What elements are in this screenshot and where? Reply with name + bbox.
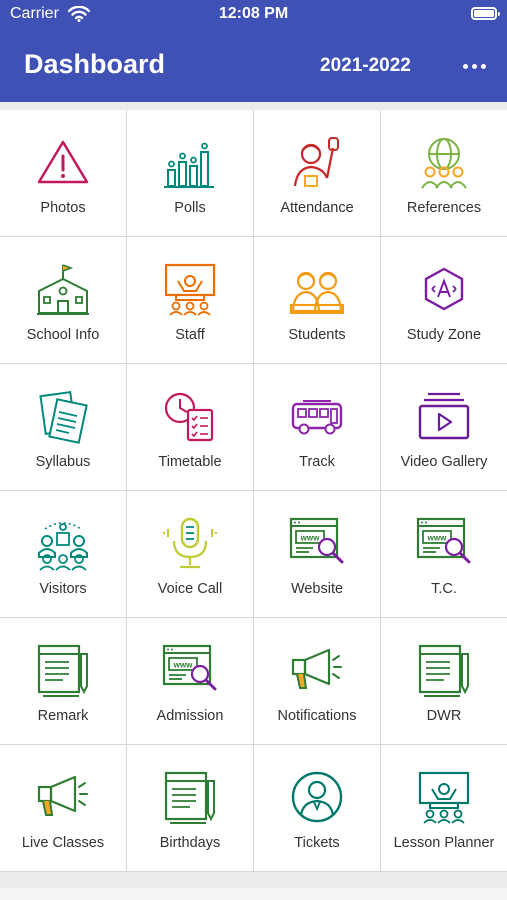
status-bar: Carrier 12:08 PM <box>0 0 507 32</box>
menu-tile-study-zone[interactable]: Study Zone <box>381 237 507 363</box>
notebook-pen-icon <box>37 644 88 697</box>
menu-tile-label: Remark <box>37 708 89 724</box>
menu-tile-label: Syllabus <box>35 454 91 470</box>
menu-tile-voice-call[interactable]: Voice Call <box>127 491 253 617</box>
hexagon-letter-icon <box>424 267 464 311</box>
more-dot-icon <box>480 63 486 69</box>
svg-text:www: www <box>427 534 447 543</box>
menu-tile-visitors[interactable]: Visitors <box>0 491 126 617</box>
menu-tile-birthdays[interactable]: Birthdays <box>127 745 253 871</box>
menu-tile-photos[interactable]: Photos <box>0 110 126 236</box>
status-time: 12:08 PM <box>218 5 289 22</box>
menu-tile-label: Study Zone <box>406 327 482 343</box>
menu-tile-label: Live Classes <box>21 835 105 851</box>
menu-tile-track[interactable]: Track <box>254 364 380 490</box>
menu-tile-label: Visitors <box>39 581 87 597</box>
menu-tile-attendance[interactable]: Attendance <box>254 110 380 236</box>
bottom-bar <box>0 888 507 900</box>
dashboard-grid: Photos Polls Attendance References Schoo… <box>0 110 507 872</box>
menu-tile-video-gallery[interactable]: Video Gallery <box>381 364 507 490</box>
www-search-icon: www <box>162 644 217 691</box>
students-icon <box>290 271 344 314</box>
menu-tile-admission[interactable]: www Admission <box>127 618 253 744</box>
menu-tile-label: Students <box>288 327 346 343</box>
teacher-board-icon <box>164 263 216 316</box>
battery-icon <box>471 7 500 20</box>
school-building-icon <box>37 264 89 315</box>
poll-bars-icon <box>164 142 214 188</box>
menu-tile-live-classes[interactable]: Live Classes <box>0 745 126 871</box>
menu-tile-label: Video Gallery <box>400 454 488 470</box>
menu-tile-label: Staff <box>175 327 205 343</box>
menu-tile-label: Notifications <box>277 708 357 724</box>
menu-tile-label: Tickets <box>294 835 340 851</box>
more-menu-button[interactable] <box>458 56 490 76</box>
globe-people-icon <box>421 138 467 189</box>
menu-tile-references[interactable]: References <box>381 110 507 236</box>
more-dot-icon <box>462 63 468 69</box>
menu-tile-syllabus[interactable]: Syllabus <box>0 364 126 490</box>
www-search-icon: www <box>289 517 344 564</box>
menu-tile-label: T.C. <box>431 581 457 597</box>
academic-year-label[interactable]: 2021-2022 <box>320 55 411 77</box>
menu-tile-label: References <box>406 200 482 216</box>
megaphone-icon <box>291 648 342 689</box>
menu-tile-label: School Info <box>26 327 100 343</box>
app-header: Carrier 12:08 PM Dashboard 2021-2022 <box>0 0 507 102</box>
person-circle-icon <box>291 771 343 823</box>
svg-text:www: www <box>300 534 320 543</box>
menu-tile-remark[interactable]: Remark <box>0 618 126 744</box>
menu-tile-lesson-planner[interactable]: Lesson Planner <box>381 745 507 871</box>
microphone-icon <box>163 517 217 569</box>
menu-tile-tickets[interactable]: Tickets <box>254 745 380 871</box>
raised-hand-person-icon <box>293 137 339 187</box>
menu-tile-website[interactable]: www Website <box>254 491 380 617</box>
menu-tile-label: Polls <box>174 200 206 216</box>
menu-tile-label: Timetable <box>158 454 222 470</box>
svg-text:www: www <box>173 661 193 670</box>
menu-tile-staff[interactable]: Staff <box>127 237 253 363</box>
visitors-group-icon <box>38 522 88 571</box>
clock-checklist-icon <box>164 392 214 442</box>
menu-tile-label: Admission <box>156 708 224 724</box>
bus-icon <box>291 400 343 435</box>
menu-tile-label: Birthdays <box>159 835 221 851</box>
menu-tile-t-c[interactable]: www T.C. <box>381 491 507 617</box>
www-search-icon: www <box>416 517 471 564</box>
video-play-icon <box>418 392 470 440</box>
documents-icon <box>39 390 88 444</box>
teacher-board-icon <box>418 771 470 824</box>
notebook-pen-icon <box>164 771 215 824</box>
menu-tile-label: Voice Call <box>157 581 223 597</box>
menu-tile-label: Attendance <box>280 200 354 216</box>
more-dot-icon <box>471 63 477 69</box>
menu-tile-label: Track <box>299 454 335 470</box>
notebook-pen-icon <box>418 644 469 697</box>
menu-tile-label: Lesson Planner <box>393 835 495 851</box>
menu-tile-school-info[interactable]: School Info <box>0 237 126 363</box>
page-title: Dashboard <box>24 49 166 79</box>
alert-icon <box>37 140 89 184</box>
megaphone-icon <box>37 775 88 816</box>
menu-tile-dwr[interactable]: DWR <box>381 618 507 744</box>
menu-tile-label: Photos <box>40 200 86 216</box>
menu-tile-timetable[interactable]: Timetable <box>127 364 253 490</box>
menu-tile-students[interactable]: Students <box>254 237 380 363</box>
menu-tile-label: Website <box>290 581 344 597</box>
menu-tile-polls[interactable]: Polls <box>127 110 253 236</box>
menu-tile-label: DWR <box>426 708 462 724</box>
menu-tile-notifications[interactable]: Notifications <box>254 618 380 744</box>
